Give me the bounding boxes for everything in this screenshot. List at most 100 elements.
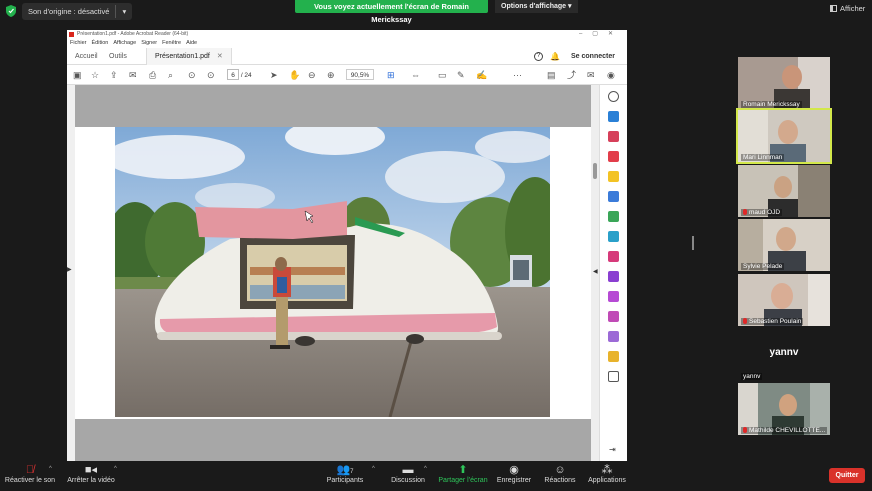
menu-fichier[interactable]: Fichier: [70, 39, 87, 48]
comment-panel-icon[interactable]: ▤: [547, 68, 556, 82]
edit-pdf-icon[interactable]: [608, 151, 619, 162]
show-gallery-button[interactable]: Afficher: [830, 4, 865, 13]
comment-tool-icon[interactable]: [608, 171, 619, 182]
participant-display-name: yannv: [769, 347, 799, 358]
share-screen-button[interactable]: ⬆ Partager l'écran: [436, 463, 490, 484]
prepare-form-icon[interactable]: [608, 311, 619, 322]
more-icon[interactable]: ···: [513, 68, 522, 82]
tools-side-panel: ◀ ⇥: [593, 85, 627, 461]
menu-affichage[interactable]: Affichage: [113, 39, 136, 48]
request-signature-icon[interactable]: [608, 291, 619, 302]
chevron-up-icon[interactable]: ^: [424, 466, 427, 472]
sign-in-button[interactable]: Se connecter: [571, 48, 615, 65]
apps-button[interactable]: ⁂ Applications: [585, 463, 629, 484]
share-icon[interactable]: ⤴: [567, 68, 576, 82]
page-up-icon[interactable]: ⊙: [188, 68, 196, 82]
participant-tile-active-speaker[interactable]: Mari Linnman: [736, 108, 832, 164]
email-icon[interactable]: ✉: [129, 68, 137, 82]
menu-aide[interactable]: Aide: [186, 39, 197, 48]
chevron-up-icon[interactable]: ^: [114, 466, 117, 472]
reactions-button[interactable]: ☺ Réactions: [542, 463, 578, 484]
mail-icon[interactable]: ✉: [587, 68, 595, 82]
participant-tile[interactable]: Romain Merickssay: [738, 57, 830, 109]
account-icon[interactable]: ◉: [607, 68, 615, 82]
record-button[interactable]: ◉ Enregistrer: [495, 463, 533, 484]
fit-page-icon[interactable]: ⊞: [387, 68, 395, 82]
meeting-top-bar: Son d'origine : désactivé ▾ Vous voyez a…: [0, 0, 872, 24]
chevron-down-icon[interactable]: ▾: [122, 3, 126, 20]
participant-tile[interactable]: maud OJD: [738, 165, 830, 217]
search-icon[interactable]: [608, 91, 619, 102]
original-sound-label: Son d'origine : désactivé: [28, 7, 110, 16]
menu-edition[interactable]: Édition: [92, 39, 109, 48]
scroll-mode-icon[interactable]: ⇔: [411, 68, 420, 82]
sign-icon[interactable]: ✍: [476, 68, 487, 82]
unmute-button[interactable]: 🎙̸ Réactiver le son ^: [4, 463, 56, 484]
stop-video-button[interactable]: ■◂ Arrêter la vidéo ^: [64, 463, 118, 484]
chat-label: Discussion: [391, 477, 425, 484]
save-icon[interactable]: ▣: [73, 68, 82, 82]
chevron-up-icon[interactable]: ^: [372, 466, 375, 472]
participant-tile[interactable]: Sebastien Poulain: [738, 274, 830, 326]
page-down-icon[interactable]: ⊙: [207, 68, 215, 82]
star-icon[interactable]: ☆: [91, 68, 99, 82]
zoom-out-icon[interactable]: ⊖: [308, 68, 316, 82]
create-pdf-icon[interactable]: [608, 131, 619, 142]
select-cursor-icon[interactable]: ➤: [270, 68, 278, 82]
scan-ocr-icon[interactable]: [608, 231, 619, 242]
pdf-page: [75, 127, 591, 419]
acrobat-toolbar: ▣ ☆ ⇪ ✉ ⎙ ⌕ ⊙ ⊙ 6 / 24 ➤ ✋ ⊖ ⊕ 90,5% ⊞ ⇔…: [67, 65, 627, 85]
participant-tile[interactable]: yannv yannv: [738, 329, 830, 381]
original-sound-button[interactable]: Son d'origine : désactivé ▾: [22, 3, 133, 20]
combine-files-icon[interactable]: [608, 191, 619, 202]
participant-name: Sylvie Pelade: [741, 263, 785, 270]
send-review-icon[interactable]: [608, 331, 619, 342]
menu-signer[interactable]: Signer: [141, 39, 157, 48]
page-number-input[interactable]: 6: [227, 69, 239, 80]
more-tools-icon[interactable]: [608, 371, 619, 382]
collapse-panel-icon[interactable]: ◀: [593, 268, 598, 275]
scroll-thumb[interactable]: [593, 163, 597, 179]
leave-meeting-button[interactable]: Quitter: [829, 468, 865, 483]
panel-expand-icon[interactable]: ⇥: [609, 445, 616, 454]
participant-tile[interactable]: Mathilde CHEVILLOTTE...: [738, 383, 830, 435]
zoom-in-icon[interactable]: ⊕: [327, 68, 335, 82]
fill-sign-icon[interactable]: [608, 271, 619, 282]
slide-photo-food-truck: [115, 127, 550, 417]
help-icon[interactable]: ?: [534, 52, 543, 61]
tab-document[interactable]: Présentation1.pdf ✕: [146, 48, 232, 65]
tab-accueil[interactable]: Accueil: [75, 48, 98, 65]
shared-screen-acrobat: Présentation1.pdf - Adobe Acrobat Reader…: [67, 30, 627, 461]
participant-name: Mathilde CHEVILLOTTE...: [741, 427, 828, 434]
tab-outils[interactable]: Outils: [109, 48, 127, 65]
video-camera-icon: ■◂: [84, 464, 98, 476]
comment-icon[interactable]: ▭: [438, 68, 447, 82]
record-icon: ◉: [509, 464, 519, 476]
participants-button[interactable]: 👥7 Participants ^: [322, 463, 375, 484]
participant-name: Mari Linnman: [741, 154, 785, 161]
gallery-resize-handle[interactable]: [692, 236, 694, 250]
protect-icon[interactable]: [608, 251, 619, 262]
close-icon[interactable]: ✕: [217, 53, 223, 60]
chat-bubble-icon: ▬: [402, 464, 414, 476]
zoom-level-select[interactable]: 90,5%: [346, 69, 374, 80]
participants-icon: 👥7: [336, 464, 354, 476]
highlight-icon[interactable]: ✎: [457, 68, 465, 82]
zoom-search-icon[interactable]: ⌕: [168, 68, 173, 82]
export-pdf-icon[interactable]: [608, 111, 619, 122]
left-panel-toggle-icon[interactable]: ▶: [67, 266, 72, 273]
participant-tile[interactable]: Sylvie Pelade: [738, 219, 830, 271]
window-controls[interactable]: –▢✕: [579, 30, 623, 39]
shield-icon[interactable]: [6, 5, 16, 17]
menu-fenetre[interactable]: Fenêtre: [162, 39, 181, 48]
hand-tool-icon[interactable]: ✋: [289, 68, 300, 82]
chat-button[interactable]: ▬ Discussion ^: [388, 463, 428, 484]
chevron-up-icon[interactable]: ^: [49, 466, 52, 472]
upload-icon[interactable]: ⇪: [110, 68, 118, 82]
bell-icon[interactable]: 🔔: [550, 52, 560, 61]
print-icon[interactable]: ⎙: [149, 68, 156, 82]
stamp-icon[interactable]: [608, 351, 619, 362]
gallery-icon: [830, 5, 837, 12]
organize-pages-icon[interactable]: [608, 211, 619, 222]
view-options-button[interactable]: Options d'affichage ▾: [495, 0, 578, 13]
